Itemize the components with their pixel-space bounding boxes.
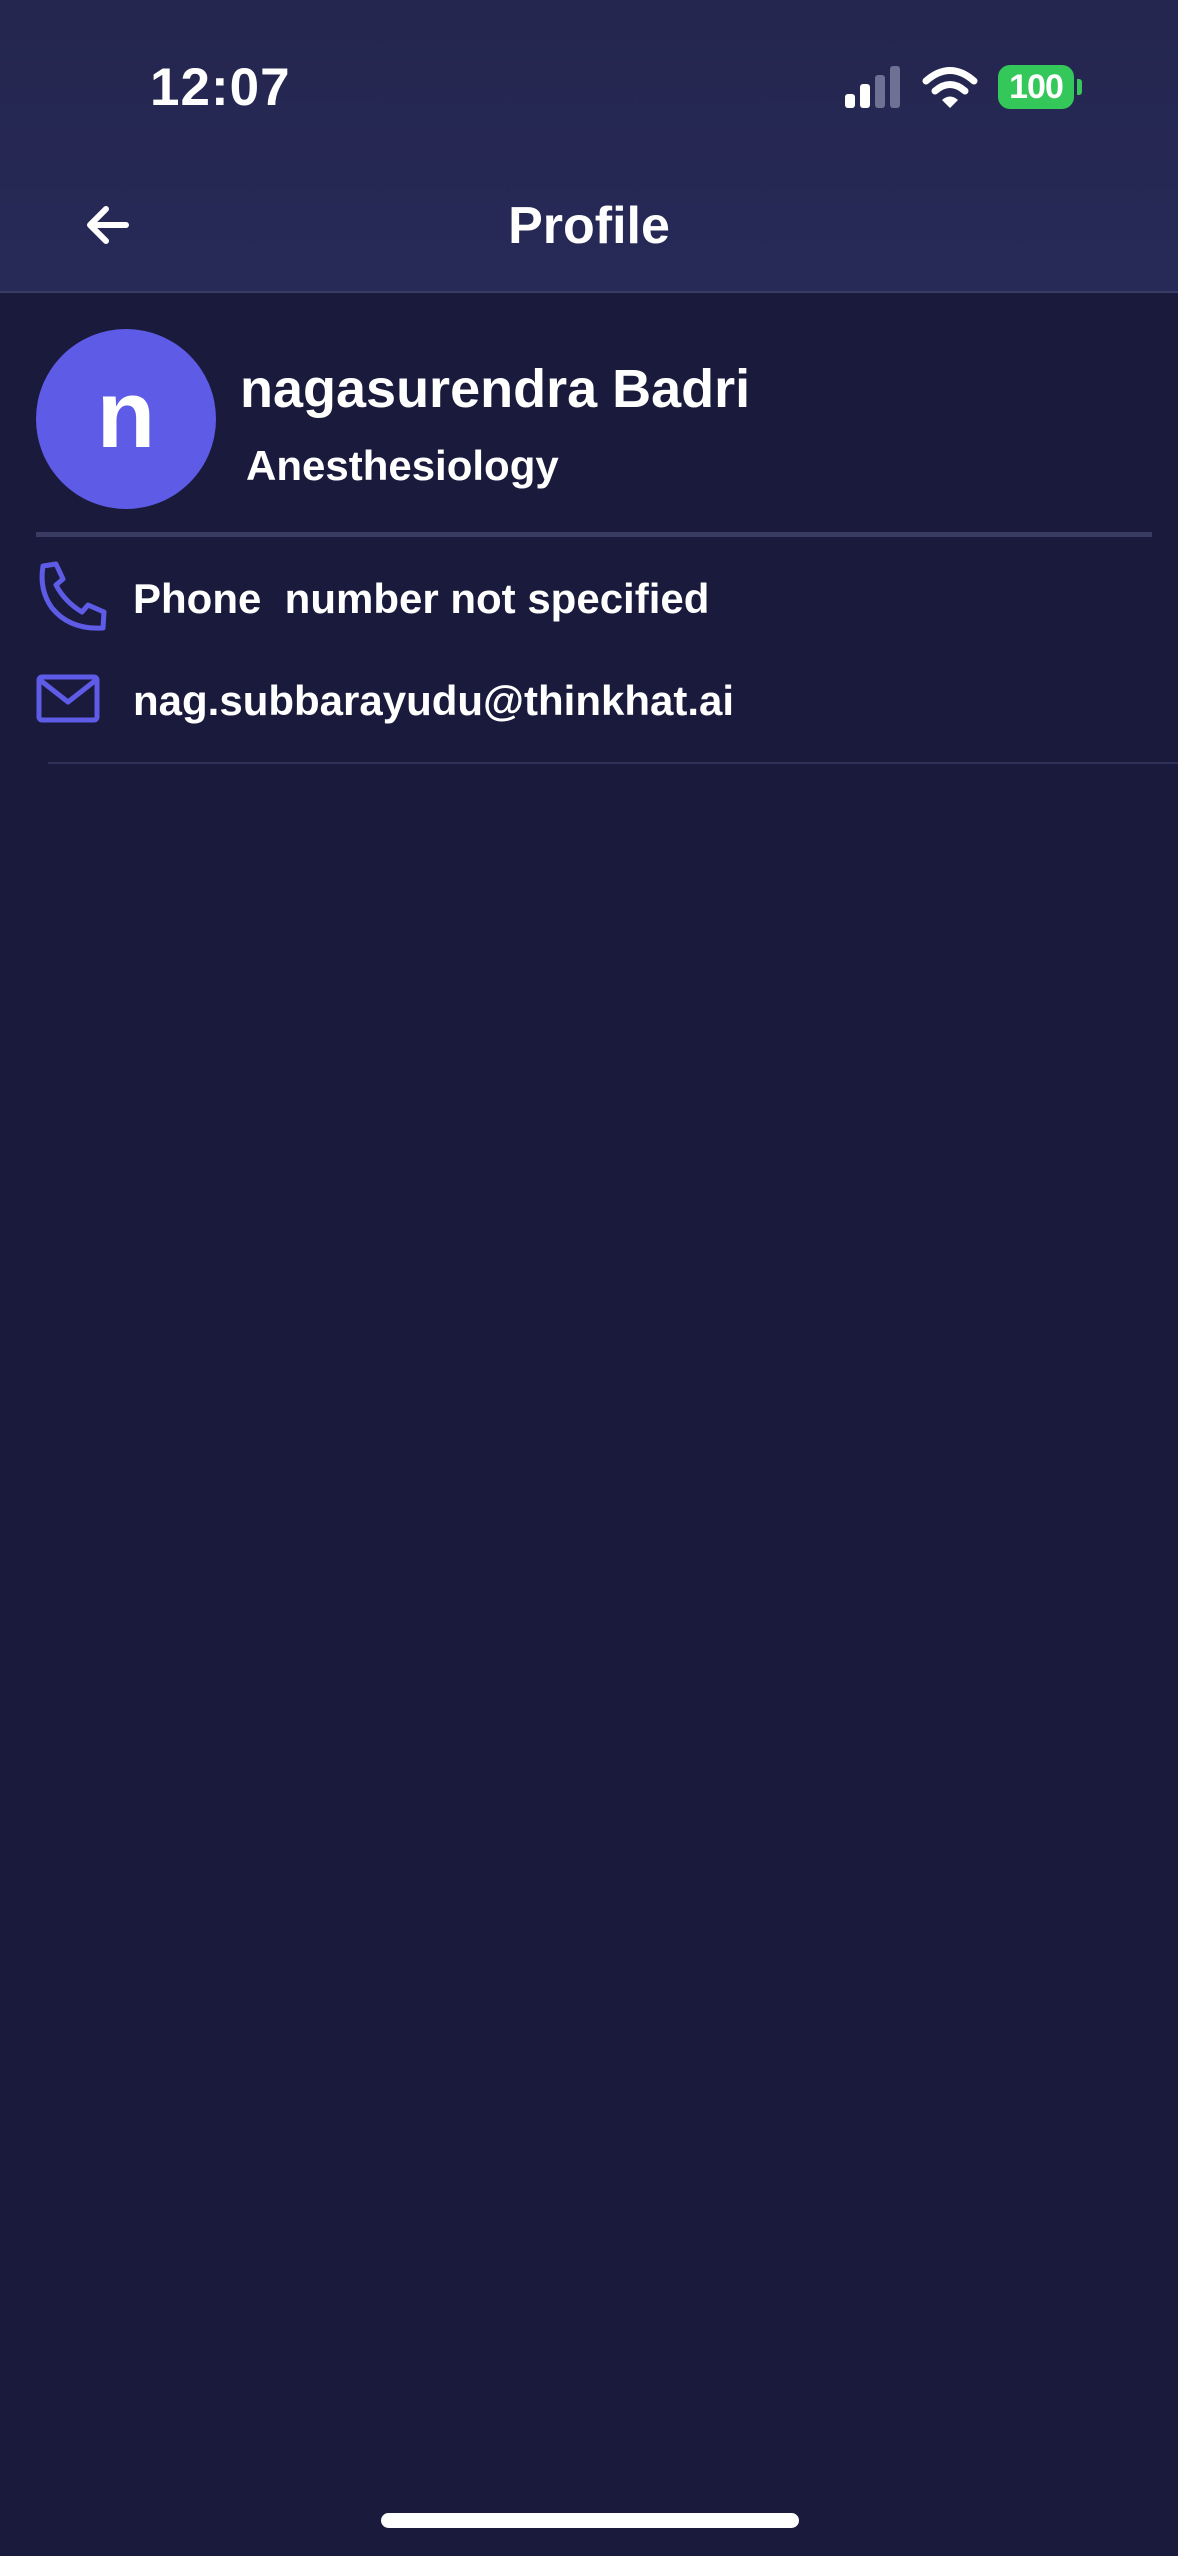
profile-name: nagasurendra Badri	[240, 359, 751, 419]
phone-icon	[39, 561, 107, 631]
page-title: Profile	[508, 197, 670, 255]
battery-nub	[1077, 79, 1082, 95]
phone-text: Phone number not specified	[133, 575, 710, 622]
divider	[48, 762, 1178, 764]
status-time: 12:07	[150, 58, 291, 117]
phone-row[interactable]: Phone number not specified	[36, 560, 1152, 640]
mail-icon	[36, 674, 100, 723]
email-row[interactable]: nag.subbarayudu@thinkhat.ai	[36, 665, 1152, 745]
profile-header: n nagasurendra Badri Anesthesiology	[36, 329, 1152, 509]
avatar: n	[36, 329, 216, 509]
wifi-icon	[922, 67, 978, 108]
home-indicator[interactable]	[381, 2513, 799, 2528]
divider	[36, 532, 1152, 537]
battery-icon: 100	[998, 65, 1074, 109]
profile-specialty: Anesthesiology	[246, 442, 559, 489]
email-text: nag.subbarayudu@thinkhat.ai	[133, 677, 735, 724]
signal-icon	[845, 66, 905, 108]
top-bar: 12:07 100 Profile	[0, 0, 1178, 293]
